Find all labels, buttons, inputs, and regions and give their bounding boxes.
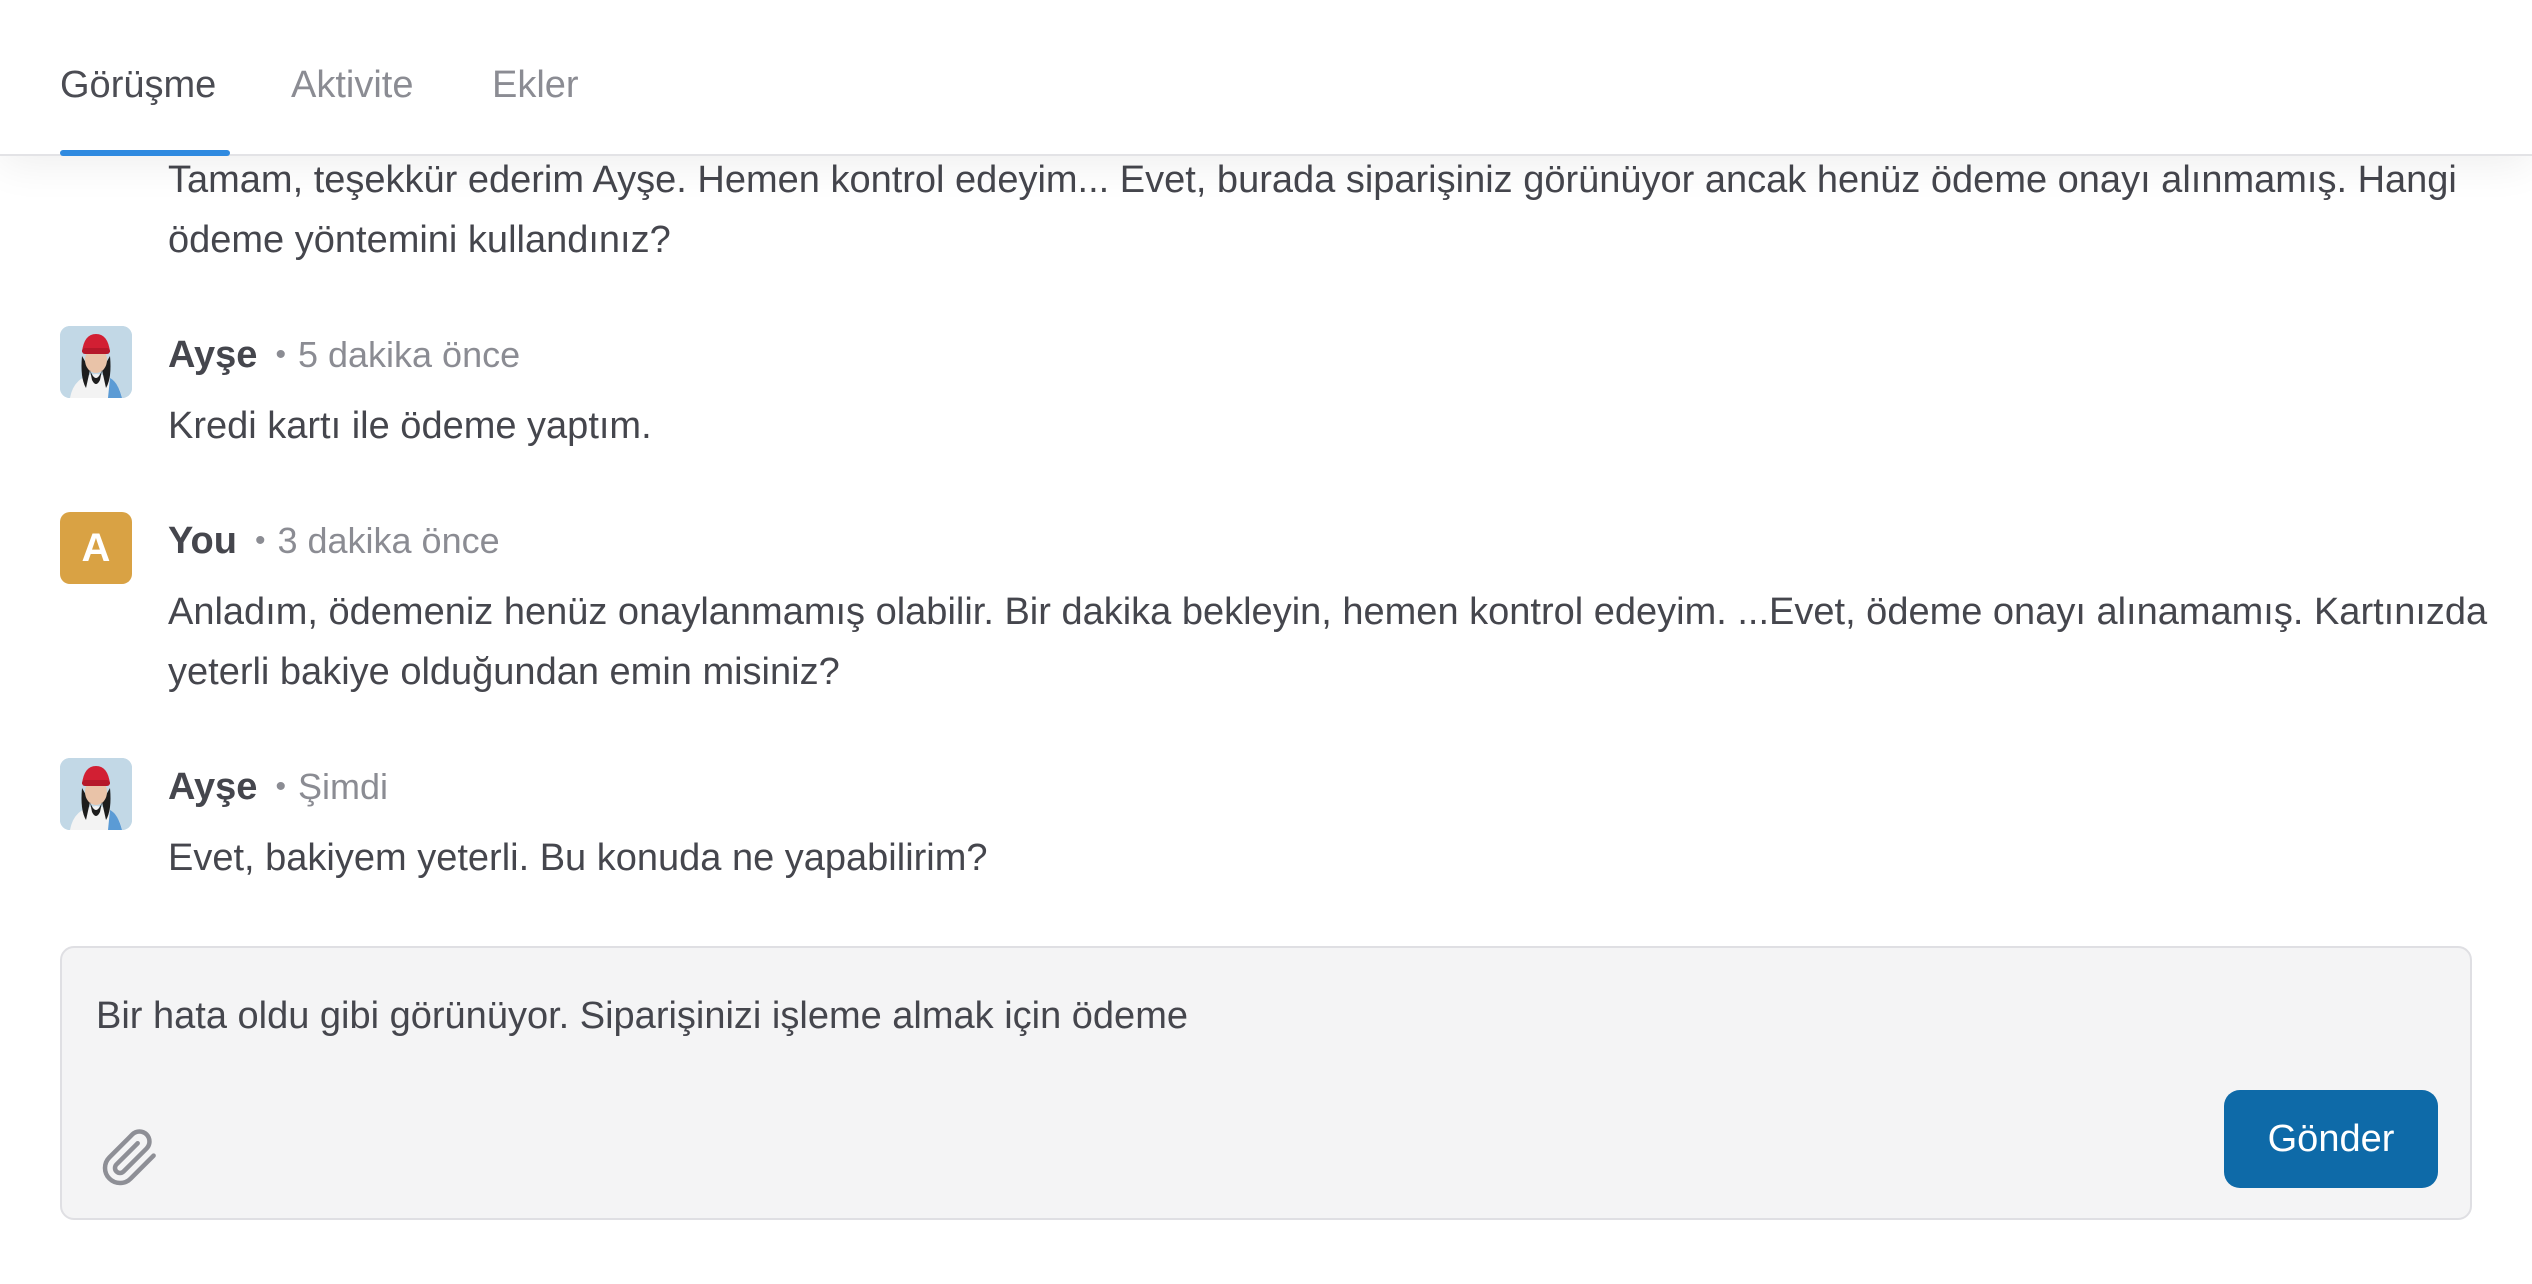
message-timestamp: Şimdi bbox=[297, 766, 388, 807]
message-timestamp: 5 dakika önce bbox=[297, 334, 521, 375]
tab-activity[interactable]: Aktivite bbox=[291, 62, 413, 108]
meta-separator: • bbox=[275, 338, 286, 371]
message-meta: Ayşe • 5 dakika önce bbox=[168, 330, 520, 380]
message-text: Tamam, teşekkür ederim Ayşe. Hemen kontr… bbox=[168, 159, 2457, 261]
message-composer: Gönder bbox=[60, 946, 2472, 1220]
meta-separator: • bbox=[254, 524, 266, 557]
meta-separator: • bbox=[275, 770, 286, 803]
active-tab-indicator bbox=[60, 150, 230, 156]
message-author: You bbox=[168, 519, 237, 562]
tab-bar: Görüşme Aktivite Ekler bbox=[0, 0, 2532, 156]
tab-conversation[interactable]: Görüşme bbox=[60, 62, 216, 108]
send-button[interactable]: Gönder bbox=[2224, 1090, 2438, 1188]
you-avatar: A bbox=[60, 512, 132, 584]
user-photo-avatar bbox=[60, 758, 132, 830]
message-timestamp: 3 dakika önce bbox=[277, 520, 500, 561]
message-input[interactable] bbox=[96, 986, 2396, 1046]
message-meta: You • 3 dakika önce bbox=[168, 516, 500, 566]
message-author: Ayşe bbox=[168, 765, 258, 808]
message-text: Anladım, ödemeniz henüz onaylanmamış ola… bbox=[168, 591, 2488, 693]
tab-attachments[interactable]: Ekler bbox=[492, 62, 579, 108]
message-author: Ayşe bbox=[168, 333, 258, 376]
user-photo-avatar bbox=[60, 326, 132, 398]
message-text: Evet, bakiyem yeterli. Bu konuda ne yapa… bbox=[168, 837, 988, 879]
message-text: Kredi kartı ile ödeme yaptım. bbox=[168, 405, 652, 447]
message-thread[interactable]: Tamam, teşekkür ederim Ayşe. Hemen kontr… bbox=[0, 156, 2532, 936]
paperclip-icon[interactable] bbox=[100, 1128, 160, 1188]
message-meta: Ayşe • Şimdi bbox=[168, 762, 388, 812]
